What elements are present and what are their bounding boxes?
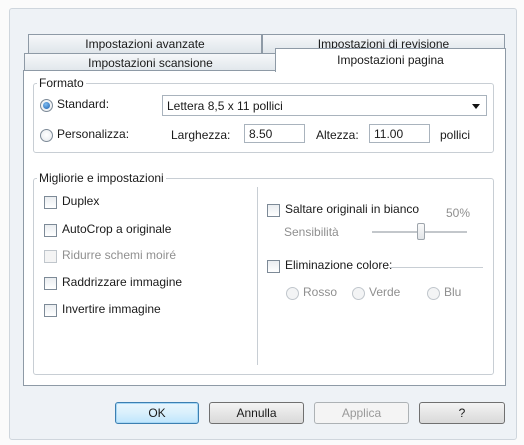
cancel-button[interactable]: Annulla [209,402,304,424]
custom-label: Personalizza: [57,127,130,141]
red-label: Rosso [303,285,338,299]
moire-checkbox[interactable] [44,250,57,263]
custom-radio[interactable] [40,129,53,142]
color-drop-line [389,267,483,268]
unit-label: pollici [440,128,471,142]
sensitivity-slider-thumb[interactable] [417,223,425,240]
tab-impostazioni-pagina[interactable]: Impostazioni pagina [275,48,506,72]
color-drop-checkbox[interactable] [267,260,280,273]
sensitivity-label: Sensibilità [284,225,339,239]
standard-label: Standard: [57,97,110,111]
apply-button[interactable]: Applica [314,402,409,424]
autocrop-checkbox[interactable] [44,224,57,237]
standard-size-value: Lettera 8,5 x 11 pollici [167,99,283,113]
help-button[interactable]: ? [419,402,505,424]
group-formato-title: Formato [37,76,86,90]
tab-impostazioni-avanzate[interactable]: Impostazioni avanzate [28,34,262,53]
green-radio[interactable] [352,287,365,300]
duplex-checkbox[interactable] [44,196,57,209]
green-label: Verde [369,285,401,299]
duplex-label: Duplex [62,194,100,208]
blue-label: Blu [444,285,462,299]
invert-label: Invertire immagine [62,302,161,316]
standard-size-select[interactable]: Lettera 8,5 x 11 pollici [162,95,487,116]
autocrop-label: AutoCrop a originale [62,222,172,236]
group-divider [257,187,258,365]
height-field[interactable]: 11.00 [369,124,430,143]
ok-button[interactable]: OK [115,402,199,424]
tab-panel-page-settings: Formato Standard: Lettera 8,5 x 11 polli… [23,70,506,386]
deskew-checkbox[interactable] [44,277,57,290]
group-migliorie-title: Migliorie e impostazioni [37,171,166,185]
deskew-label: Raddrizzare immagine [62,275,183,289]
sensitivity-value: 50% [446,206,471,220]
moire-label: Ridurre schemi moiré [62,248,177,262]
blue-radio[interactable] [427,287,440,300]
invert-checkbox[interactable] [44,304,57,317]
height-label: Altezza: [316,128,359,142]
red-radio[interactable] [286,287,299,300]
skip-blank-checkbox[interactable] [267,204,280,217]
standard-radio[interactable] [40,99,53,112]
skip-blank-label: Saltare originali in bianco [285,202,420,216]
chevron-down-icon [472,104,480,109]
color-drop-label: Eliminazione colore: [285,258,393,272]
width-label: Larghezza: [171,128,231,142]
width-field[interactable]: 8.50 [244,124,305,143]
